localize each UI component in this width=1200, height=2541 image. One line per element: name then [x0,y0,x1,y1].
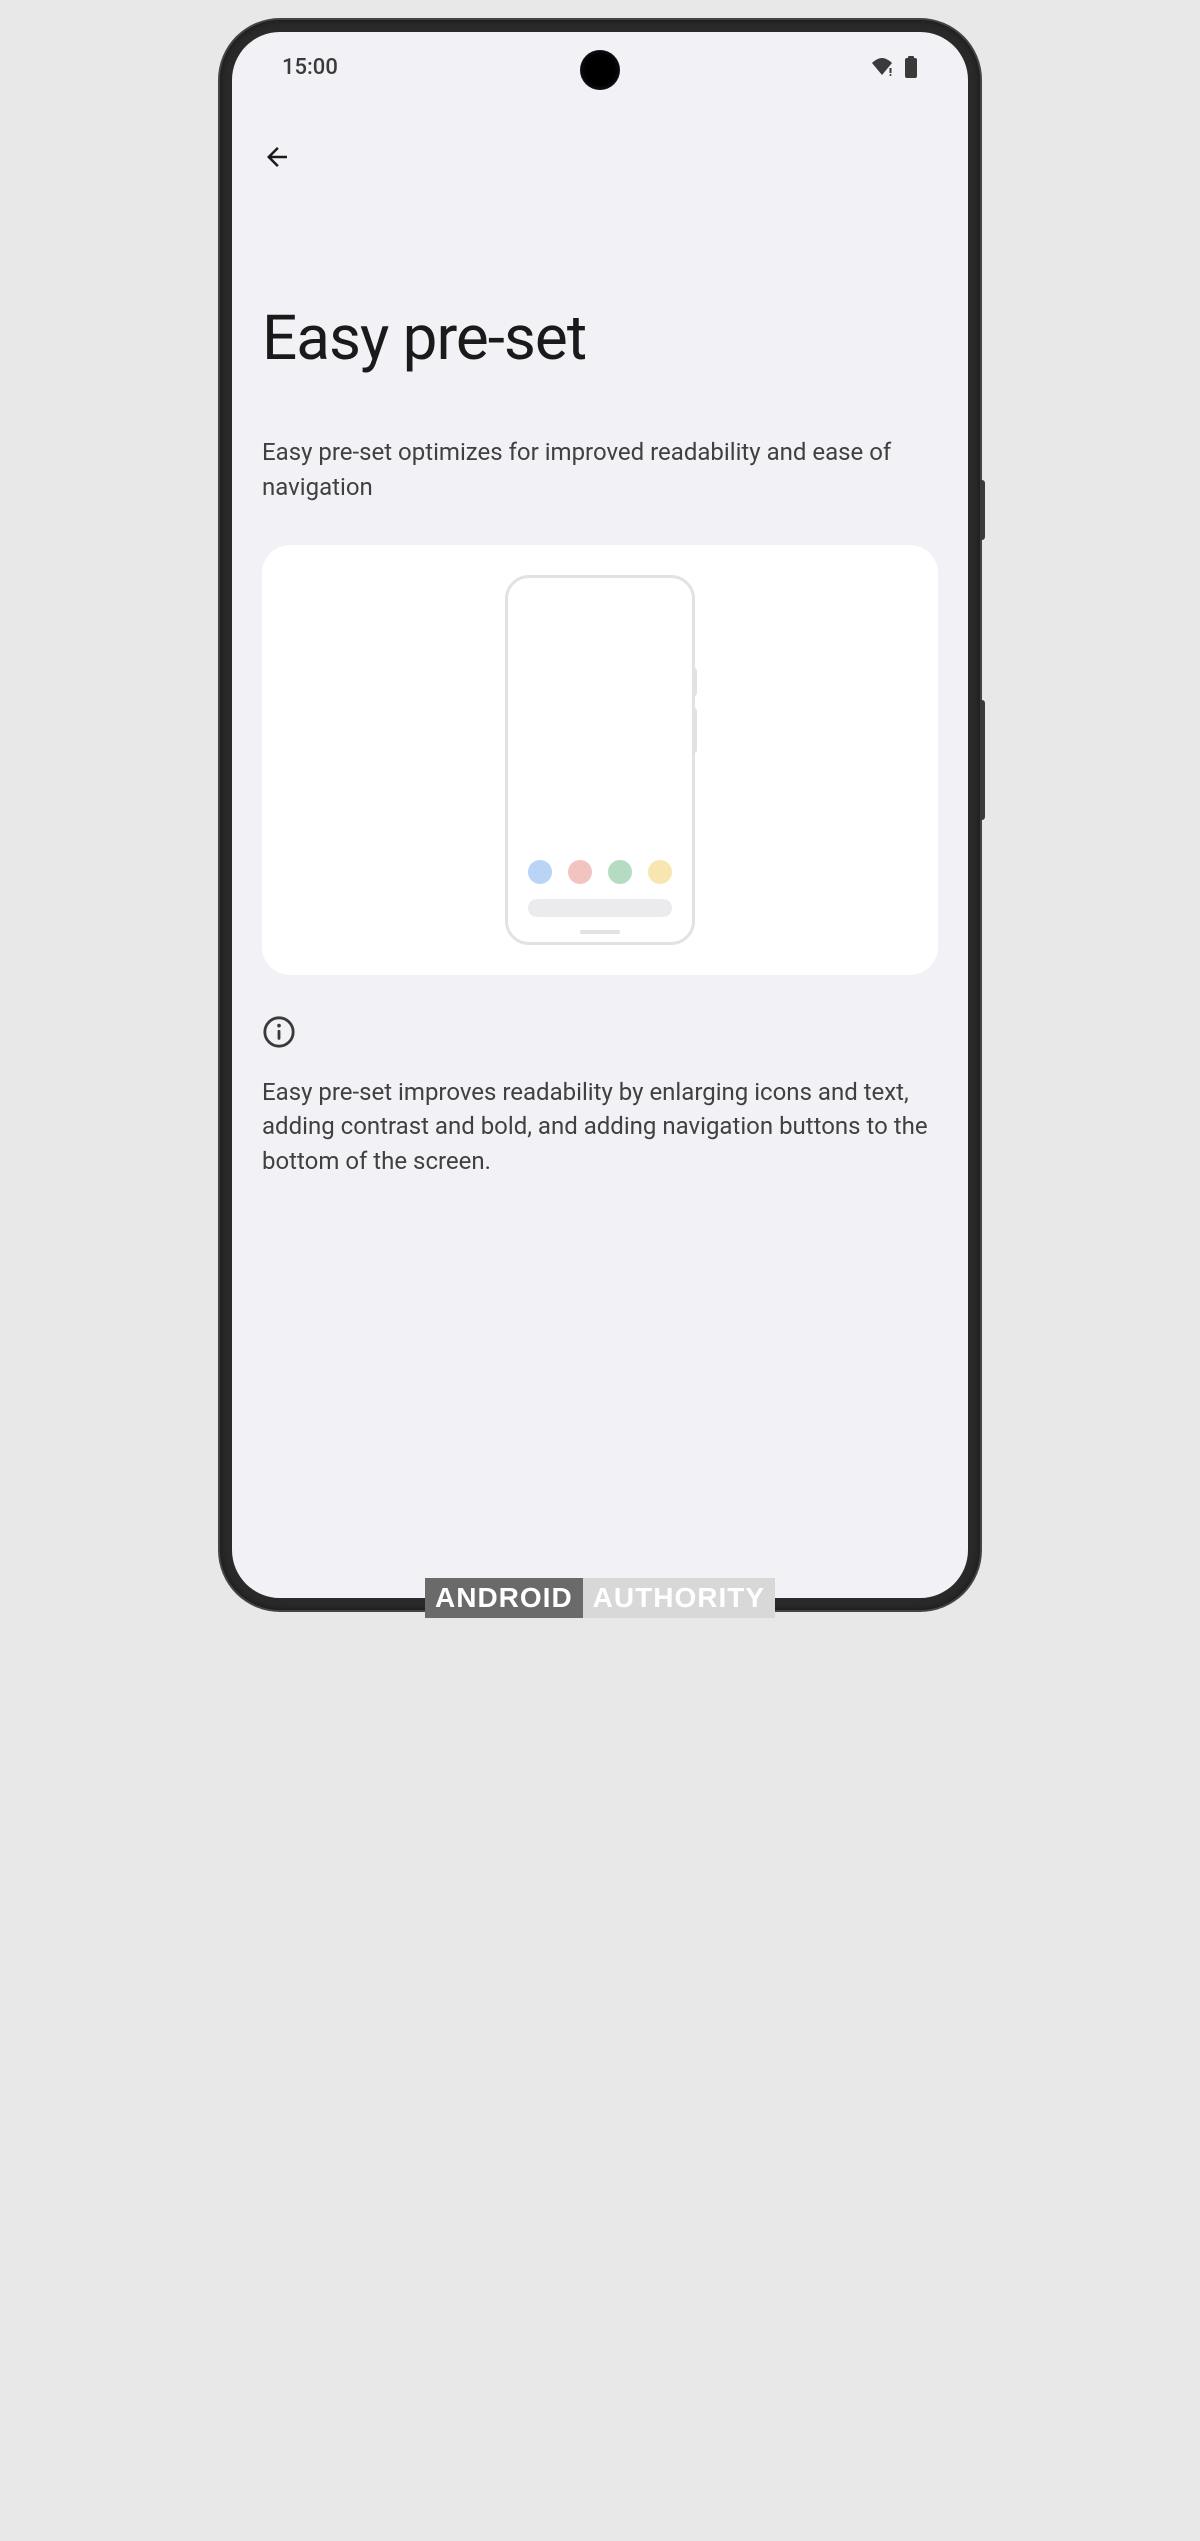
page-title: Easy pre-set [262,302,938,375]
info-icon [262,1015,938,1049]
preview-app-dot [648,860,672,884]
back-button[interactable] [252,132,302,182]
preview-nav-handle [580,930,620,934]
physical-button [980,700,985,820]
app-bar [232,102,968,192]
battery-icon [904,56,918,78]
preview-card [262,545,938,975]
status-time: 15:00 [282,55,338,80]
camera-cutout [580,50,620,90]
preview-app-dot [528,860,552,884]
content-area: Easy pre-set Easy pre-set optimizes for … [232,192,968,1598]
watermark: ANDROID AUTHORITY [425,1578,775,1618]
watermark-part1: ANDROID [425,1578,583,1618]
preview-app-dot [608,860,632,884]
screen: 15:00 [232,32,968,1598]
info-icon-row [262,1015,938,1049]
watermark-part2: AUTHORITY [583,1578,775,1618]
physical-button [980,480,985,540]
wifi-icon [870,57,894,77]
page-subtitle: Easy pre-set optimizes for improved read… [262,435,938,505]
detail-text: Easy pre-set improves readability by enl… [262,1075,938,1179]
preview-search-pill [528,899,672,917]
arrow-left-icon [262,142,292,172]
preview-app-dot [568,860,592,884]
phone-frame: 15:00 [220,20,980,1610]
phone-preview-illustration [505,575,695,945]
